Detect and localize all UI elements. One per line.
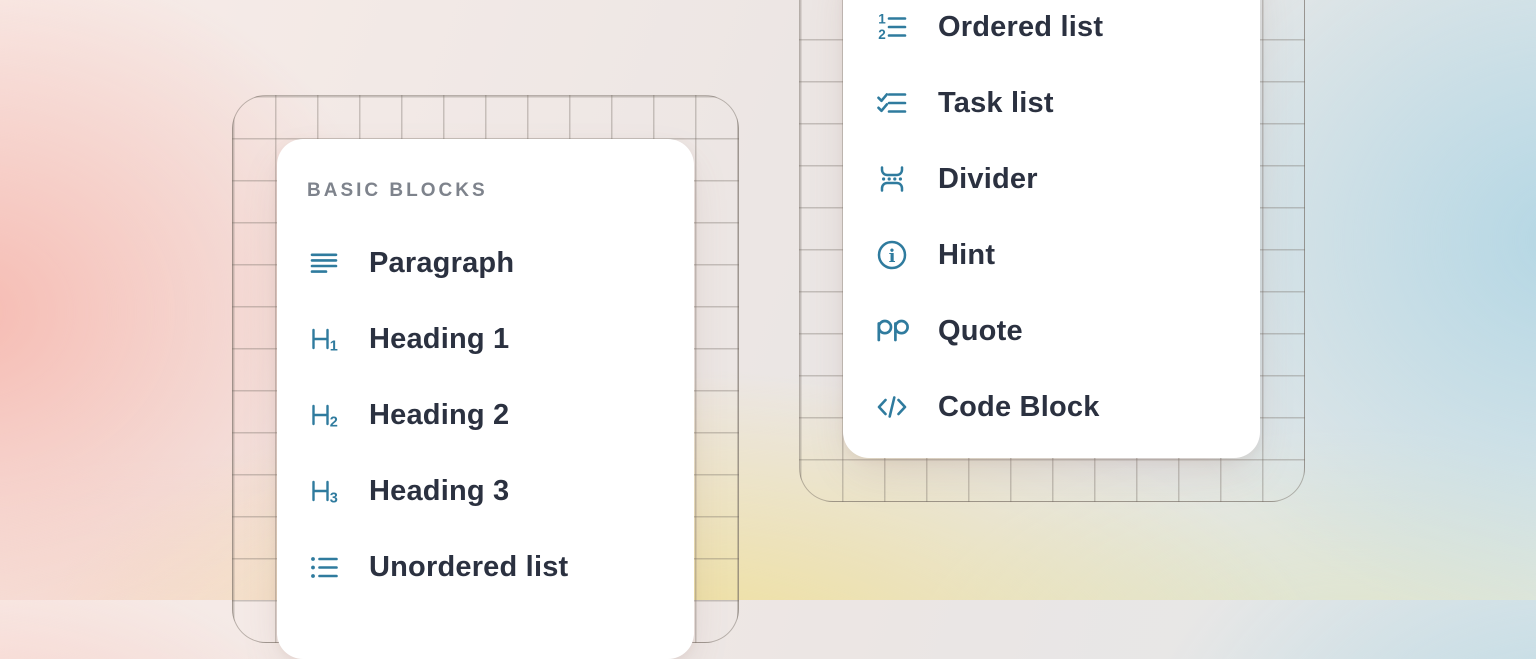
svg-text:2: 2: [330, 415, 338, 431]
heading-2-icon: 2: [307, 398, 341, 432]
basic-blocks-item-list: Paragraph 1 Heading 1 2 Heading 2 3 Heading 3 U…: [307, 241, 694, 589]
paragraph-icon: [307, 246, 341, 280]
menu-item-hint[interactable]: i Hint: [875, 233, 1260, 277]
svg-text:3: 3: [330, 491, 338, 507]
menu-item-label: Code Block: [938, 391, 1100, 424]
blocks-menu-panel-right: 12 Ordered list Task list Divider i Hint Quote…: [843, 0, 1260, 458]
menu-item-paragraph[interactable]: Paragraph: [307, 241, 694, 285]
task-list-icon: [875, 86, 909, 120]
editor-insert-menu-screen: { "colors": { "icon_accent": "#2f7b9e", …: [0, 0, 1536, 600]
ordered-list-icon: 12: [875, 10, 909, 44]
menu-item-task-list[interactable]: Task list: [875, 81, 1260, 125]
menu-item-label: Hint: [938, 239, 995, 272]
right-panel-item-list: 12 Ordered list Task list Divider i Hint Quote…: [875, 5, 1260, 429]
menu-item-heading-1[interactable]: 1 Heading 1: [307, 317, 694, 361]
menu-item-label: Heading 3: [369, 475, 509, 508]
menu-item-label: Task list: [938, 87, 1054, 120]
menu-item-quote[interactable]: Quote: [875, 309, 1260, 353]
menu-item-label: Quote: [938, 315, 1023, 348]
menu-item-label: Heading 1: [369, 323, 509, 356]
menu-item-label: Unordered list: [369, 551, 568, 584]
menu-item-label: Divider: [938, 163, 1038, 196]
section-title-basic-blocks: BASIC BLOCKS: [307, 180, 694, 202]
menu-item-code-block[interactable]: Code Block: [875, 385, 1260, 429]
menu-item-divider[interactable]: Divider: [875, 157, 1260, 201]
menu-item-label: Heading 2: [369, 399, 509, 432]
code-block-icon: [875, 390, 909, 424]
svg-text:1: 1: [330, 339, 338, 355]
heading-3-icon: 3: [307, 474, 341, 508]
unordered-list-icon: [307, 550, 341, 584]
divider-icon: [875, 162, 909, 196]
menu-item-label: Ordered list: [938, 11, 1103, 44]
menu-item-unordered-list[interactable]: Unordered list: [307, 545, 694, 589]
svg-text:1: 1: [878, 12, 886, 27]
svg-text:i: i: [889, 246, 896, 267]
svg-text:2: 2: [878, 27, 886, 42]
quote-icon: [875, 314, 909, 348]
heading-1-icon: 1: [307, 322, 341, 356]
menu-item-heading-2[interactable]: 2 Heading 2: [307, 393, 694, 437]
menu-item-heading-3[interactable]: 3 Heading 3: [307, 469, 694, 513]
menu-item-label: Paragraph: [369, 247, 514, 280]
hint-icon: i: [875, 238, 909, 272]
menu-item-ordered-list[interactable]: 12 Ordered list: [875, 5, 1260, 49]
basic-blocks-menu-panel: BASIC BLOCKS Paragraph 1 Heading 1 2 Heading…: [277, 139, 694, 659]
